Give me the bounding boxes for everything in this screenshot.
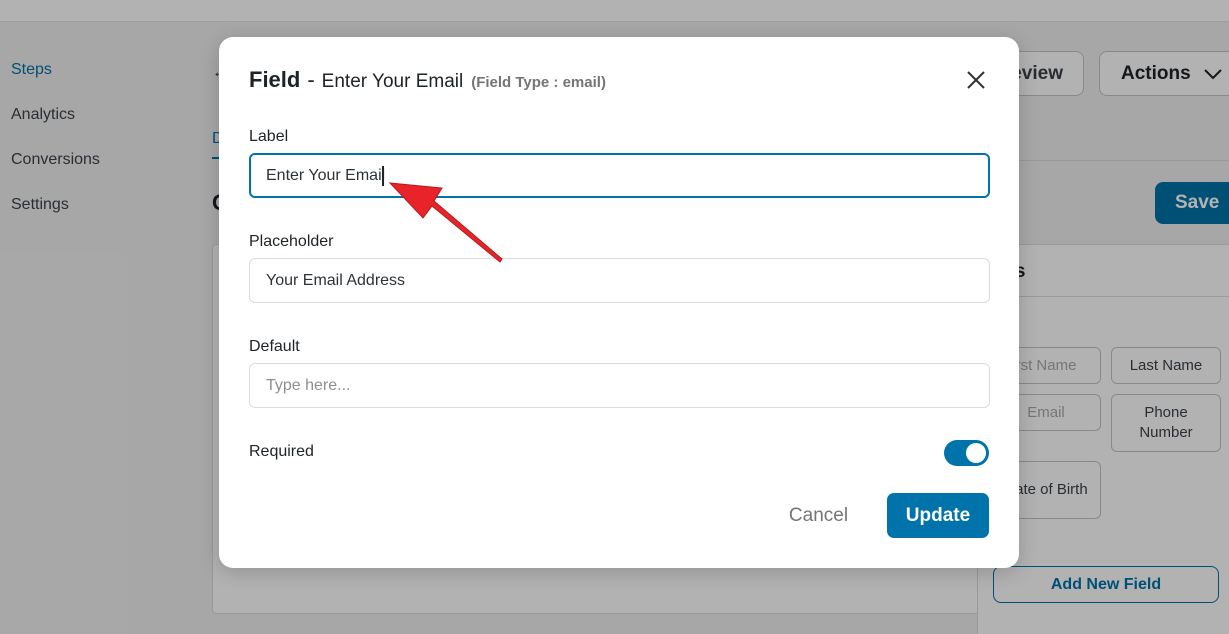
placeholder-input[interactable] [249, 258, 990, 303]
cancel-button[interactable]: Cancel [771, 493, 866, 538]
modal-field-type: (Field Type : email) [471, 74, 606, 91]
label-caption: Label [249, 128, 289, 145]
required-toggle[interactable] [944, 440, 989, 466]
required-caption: Required [249, 443, 314, 460]
update-button[interactable]: Update [887, 493, 989, 538]
placeholder-caption: Placeholder [249, 233, 334, 250]
modal-title: Field - Enter Your Email (Field Type : e… [249, 67, 606, 93]
field-settings-modal: Field - Enter Your Email (Field Type : e… [219, 37, 1019, 568]
default-caption: Default [249, 338, 300, 355]
text-caret [382, 166, 384, 186]
close-icon[interactable] [964, 68, 988, 92]
label-input[interactable] [249, 153, 990, 198]
modal-field-name: Enter Your Email [321, 71, 464, 92]
default-input[interactable] [249, 363, 990, 408]
modal-title-prefix: Field [249, 67, 301, 92]
toggle-knob [966, 443, 986, 463]
modal-title-separator: - [307, 67, 315, 92]
